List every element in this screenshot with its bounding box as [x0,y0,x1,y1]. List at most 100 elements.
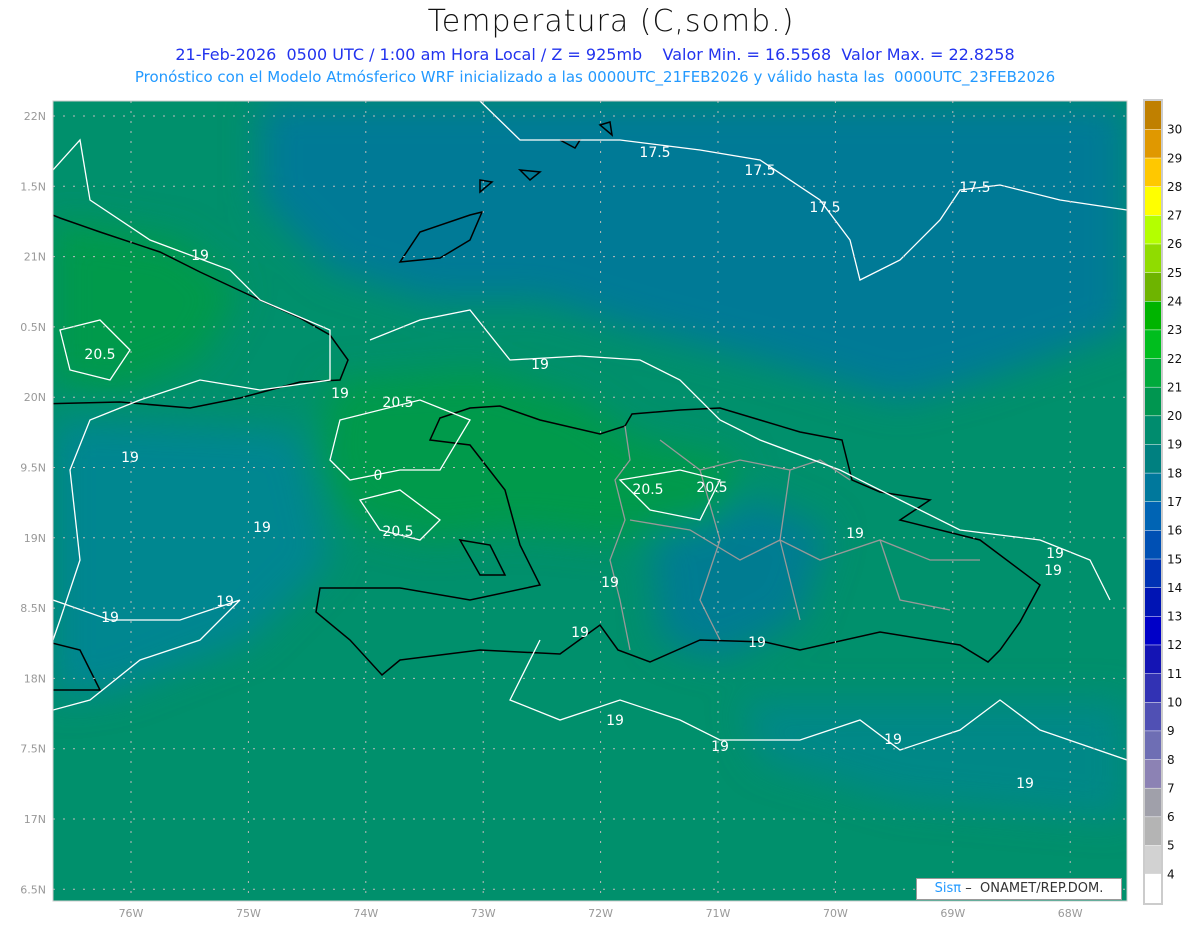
lon-label: 76W [119,907,144,920]
colorbar-swatch [1145,845,1161,874]
contour-label: 20.5 [382,524,413,540]
colorbar-label: 28 [1167,180,1182,194]
contour-label: 19 [606,713,624,729]
colorbar-swatch [1145,530,1161,559]
colorbar-label: 27 [1167,209,1182,223]
colorbar-swatch [1145,416,1161,445]
colorbar-label: 29 [1167,151,1182,165]
contour-label: 19 [601,575,619,591]
lon-label: 71W [706,907,731,920]
colorbar-swatch [1145,731,1161,760]
lat-label: 8.5N [20,602,46,615]
colorbar-label: 5 [1167,839,1175,853]
colorbar-label: 13 [1167,610,1182,624]
contour-label: 19 [884,732,902,748]
lat-label: 17N [24,813,46,826]
colorbar-label: 20 [1167,409,1182,423]
colorbar-swatch [1145,330,1161,359]
contour-label: 19 [531,357,549,373]
colorbar-swatch [1145,559,1161,588]
colorbar-swatch [1145,502,1161,531]
colorbar-swatch [1145,702,1161,731]
lat-label: 21N [24,251,46,264]
colorbar-label: 22 [1167,352,1182,366]
contour-label: 17.5 [809,200,840,216]
colorbar-swatch [1145,444,1161,473]
colorbar-label: 10 [1167,696,1182,710]
colorbar-label: 12 [1167,638,1182,652]
colorbar-label: 23 [1167,323,1182,337]
lat-label: 22N [24,110,46,123]
contour-label: 20.5 [696,480,727,496]
credit-text: – ONAMET/REP.DOM. [965,881,1104,896]
colorbar-label: 16 [1167,524,1182,538]
sispi-logo: Sisπ [934,881,962,896]
colorbar-swatch [1145,473,1161,502]
credit-box: Sisπ – ONAMET/REP.DOM. [916,878,1122,900]
colorbar-label: 19 [1167,438,1182,452]
colorbar: 30 29 28 27 26 25 24 23 22 21 20 19 18 17 16 15 14 13 12 11… [1143,99,1182,905]
lat-label: 7.5N [20,743,46,756]
colorbar-swatch [1145,759,1161,788]
contour-label: 19 [571,625,589,641]
contour-label: 19 [191,248,209,264]
lon-label: 69W [940,907,965,920]
colorbar-swatch [1145,587,1161,617]
temperature-map: 17.517.517.517.51919191919 19191919191919… [20,99,1182,920]
lon-label: 75W [236,907,261,920]
lon-label: 68W [1058,907,1083,920]
colorbar-swatch [1145,788,1161,817]
colorbar-label: 21 [1167,380,1182,394]
colorbar-label: 15 [1167,552,1182,566]
contour-label: 20.5 [84,347,115,363]
lat-label: 1.5N [20,180,46,193]
lat-label: 0.5N [20,321,46,334]
lon-label: 72W [588,907,613,920]
colorbar-label: 26 [1167,237,1182,251]
contour-label: 19 [331,386,349,402]
contour-label: 19 [121,450,139,466]
contour-label: 19 [1046,546,1064,562]
colorbar-swatch [1145,158,1161,187]
lon-label: 70W [823,907,848,920]
contour-label: 19 [1016,776,1034,792]
colorbar-label: 4 [1167,867,1175,881]
colorbar-label: 25 [1167,266,1182,280]
colorbar-label: 9 [1167,724,1175,738]
colorbar-swatch [1145,129,1161,158]
contour-label: 19 [846,526,864,542]
colorbar-label: 6 [1167,810,1175,824]
colorbar-label: 8 [1167,753,1175,767]
lat-label: 6.5N [20,883,46,896]
colorbar-label: 18 [1167,466,1182,480]
lat-label: 18N [24,672,46,685]
lon-label: 74W [353,907,378,920]
plot-area: 17.517.517.517.51919191919 19191919191919… [53,101,1127,901]
colorbar-swatch [1145,215,1161,244]
colorbar-label: 30 [1167,123,1182,137]
colorbar-swatch [1145,645,1161,674]
colorbar-label: 11 [1167,667,1182,681]
contour-label: 20.5 [632,482,663,498]
contour-label: 19 [101,610,119,626]
colorbar-swatch [1145,673,1161,702]
lon-label: 73W [471,907,496,920]
contour-label: 0 [374,468,383,484]
colorbar-swatch [1145,817,1161,846]
colorbar-label: 14 [1167,581,1182,595]
colorbar-swatch [1145,301,1161,330]
contour-label: 19 [253,520,271,536]
colorbar-swatch [1145,272,1161,301]
colorbar-label: 17 [1167,495,1182,509]
lat-label: 19N [24,532,46,545]
contour-label: 19 [1044,563,1062,579]
lat-label: 20N [24,391,46,404]
lat-label: 9.5N [20,462,46,475]
contour-label: 20.5 [382,395,413,411]
colorbar-swatch [1145,387,1161,416]
colorbar-label: 7 [1167,781,1175,795]
colorbar-swatch [1145,358,1161,387]
colorbar-swatch [1145,186,1161,216]
colorbar-label: 24 [1167,295,1182,309]
colorbar-swatch [1145,244,1161,273]
